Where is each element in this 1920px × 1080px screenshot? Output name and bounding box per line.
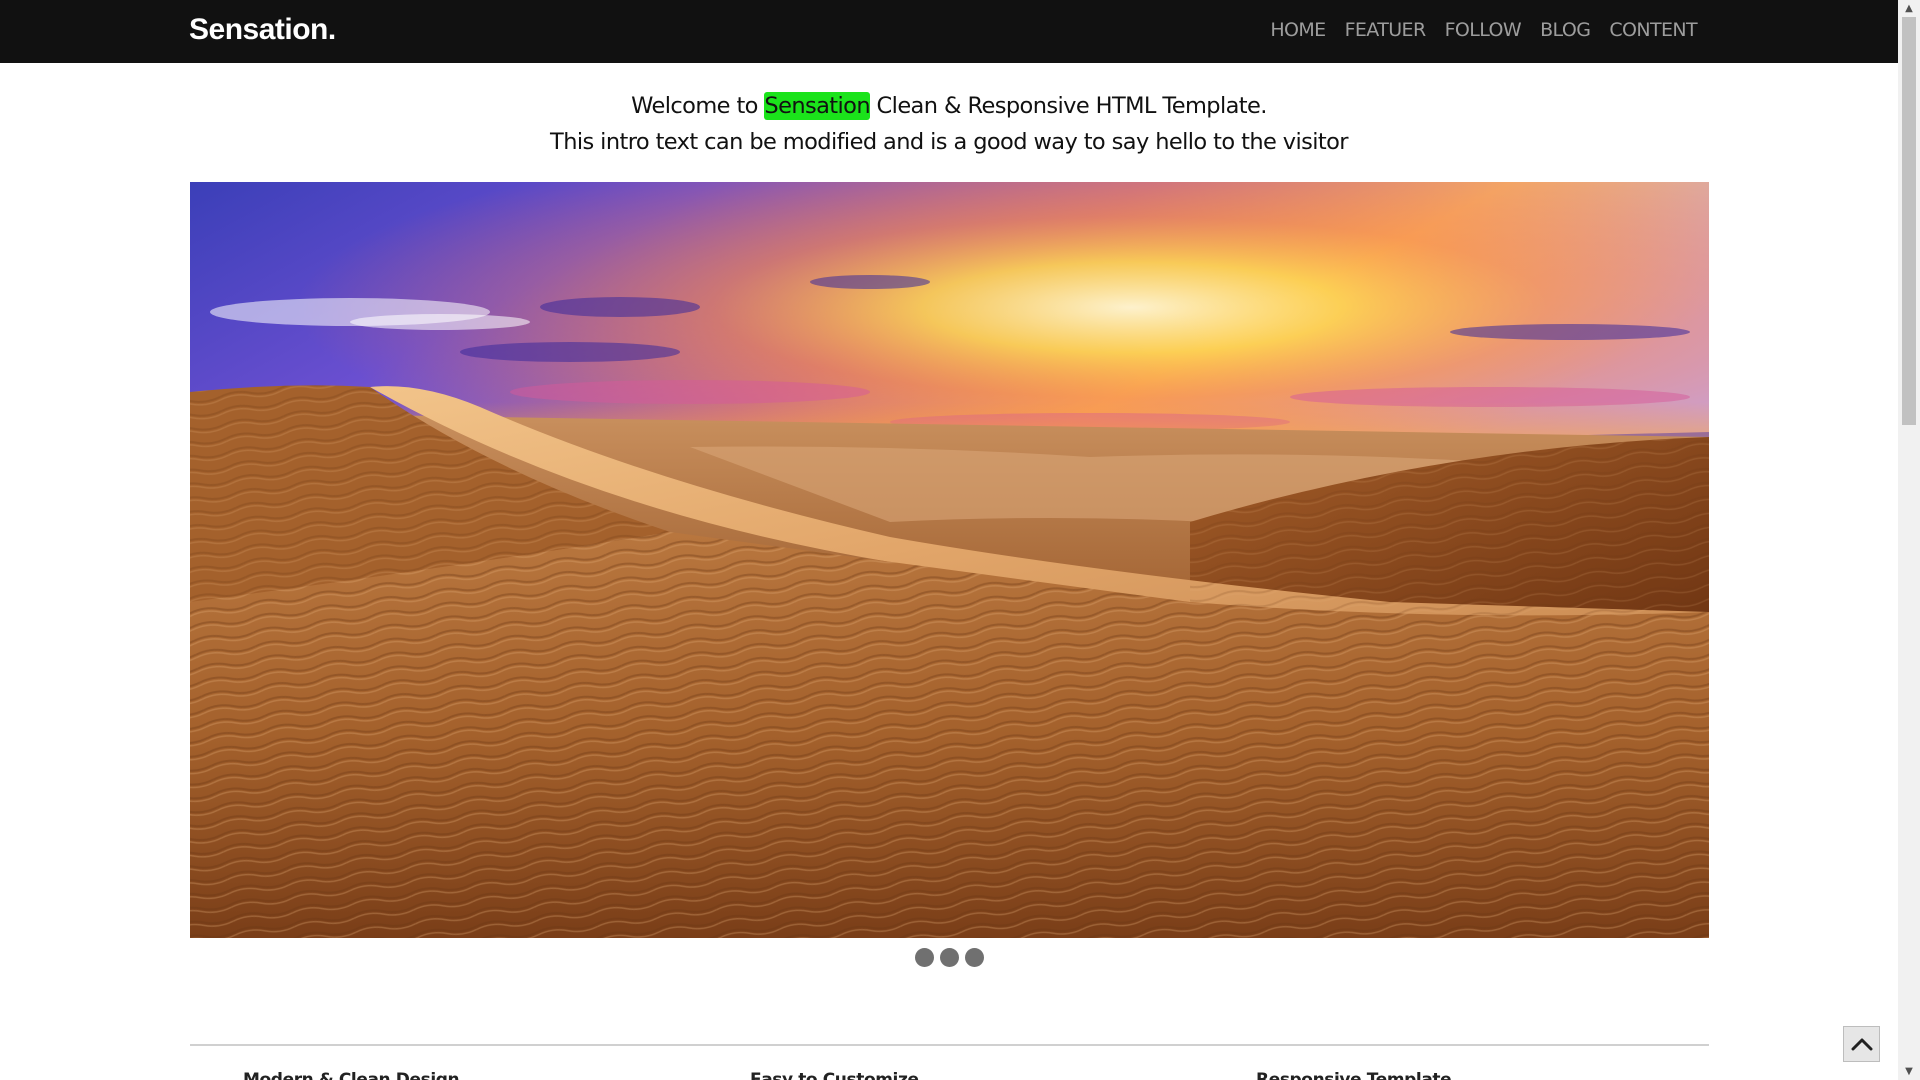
nav-content[interactable]: CONTENT (1609, 19, 1697, 41)
nav-featuer[interactable]: FEATUER (1345, 19, 1427, 41)
hero-slide-image (190, 182, 1709, 938)
intro-section: Welcome to Sensation Clean & Responsive … (0, 88, 1898, 160)
feature-title-1: Modern & Clean Design (243, 1070, 460, 1080)
slider-dot-2[interactable] (939, 948, 959, 967)
intro-suffix: Clean & Responsive HTML Template. (870, 93, 1268, 119)
intro-prefix: Welcome to (631, 93, 765, 119)
nav-follow[interactable]: FOLLOW (1445, 19, 1522, 41)
intro-line-1: Welcome to Sensation Clean & Responsive … (0, 88, 1898, 124)
section-divider (190, 1044, 1709, 1046)
chevron-up-icon (1851, 1038, 1872, 1051)
brand-logo[interactable]: Sensation. (189, 13, 336, 47)
intro-highlight: Sensation (764, 92, 871, 120)
slider-dot-3[interactable] (964, 948, 984, 967)
scrollbar-thumb[interactable] (1902, 17, 1916, 425)
intro-line-2: This intro text can be modified and is a… (550, 129, 1349, 155)
top-navbar: Sensation. HOME FEATUER FOLLOW BLOG CONT… (0, 0, 1898, 63)
features-section: Modern & Clean Design Easy to Customize … (0, 1066, 1898, 1080)
main-nav: HOME FEATUER FOLLOW BLOG CONTENT (1270, 19, 1697, 41)
vertical-scrollbar[interactable]: ▲ ▼ (1898, 0, 1920, 1080)
feature-title-3: Responsive Template (1256, 1070, 1452, 1080)
feature-title-2: Easy to Customize (750, 1070, 919, 1080)
back-to-top-button[interactable] (1843, 1026, 1880, 1062)
scroll-up-arrow-icon[interactable]: ▲ (1898, 0, 1920, 17)
slider-dot-1[interactable] (914, 948, 934, 967)
scroll-down-arrow-icon[interactable]: ▼ (1898, 1063, 1920, 1080)
nav-home[interactable]: HOME (1270, 19, 1326, 41)
slider-dots (0, 948, 1898, 967)
nav-blog[interactable]: BLOG (1540, 19, 1591, 41)
